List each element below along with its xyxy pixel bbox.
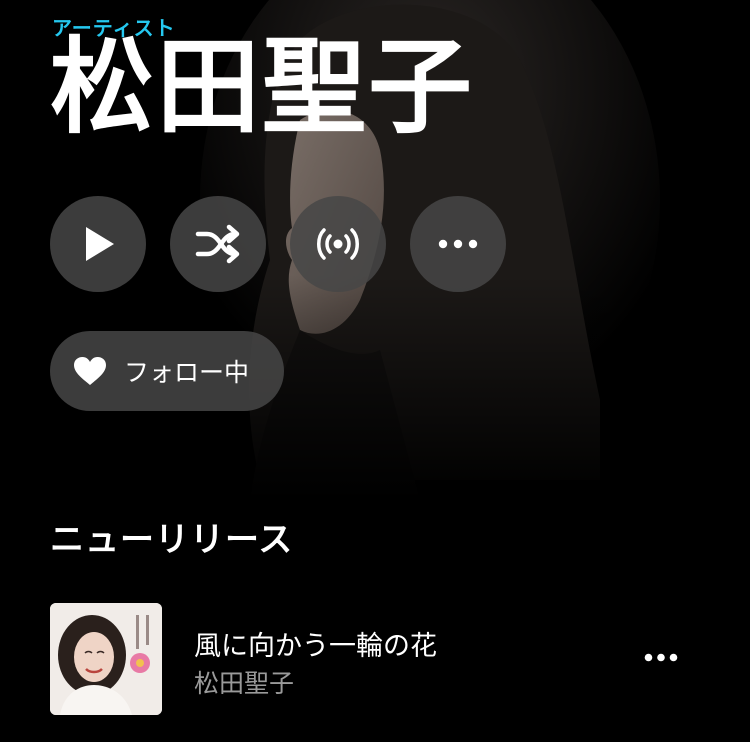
artist-name-title: 松田聖子 <box>50 26 475 148</box>
shuffle-button[interactable] <box>170 196 266 292</box>
play-icon <box>86 227 114 261</box>
follow-label: フォロー中 <box>124 358 250 387</box>
radio-broadcast-icon <box>317 228 359 260</box>
album-art <box>50 603 162 715</box>
release-list-item[interactable]: 風に向かう一輪の花 松田聖子 <box>0 600 750 718</box>
more-options-button[interactable] <box>410 196 506 292</box>
release-more-button[interactable] <box>636 642 686 672</box>
artist-page: アーティスト 松田聖子 フォロー中 ニューリリース 風に向かう一輪の花 松田聖子 <box>0 0 750 742</box>
release-artist: 松田聖子 <box>194 669 295 698</box>
follow-button[interactable]: フォロー中 <box>50 331 284 411</box>
heart-icon <box>72 353 108 389</box>
play-button[interactable] <box>50 196 146 292</box>
release-title: 風に向かう一輪の花 <box>194 631 437 662</box>
more-horizontal-icon <box>644 653 678 661</box>
more-horizontal-icon <box>438 239 478 249</box>
shuffle-icon <box>195 224 240 264</box>
new-releases-heading: ニューリリース <box>50 520 294 560</box>
radio-button[interactable] <box>290 196 386 292</box>
